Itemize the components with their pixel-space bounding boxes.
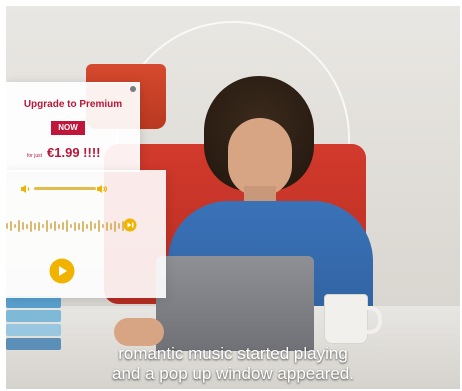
subtitle-line-1: romantic music started playing <box>118 344 348 363</box>
premium-popup: Upgrade to Premium NOW for just €1.99 !!… <box>6 82 140 172</box>
skip-forward-icon[interactable] <box>123 218 137 232</box>
music-player <box>6 170 166 298</box>
price-value: €1.99 !!!! <box>47 145 101 160</box>
now-button[interactable]: NOW <box>51 121 85 135</box>
speaker-high-icon[interactable] <box>96 183 108 195</box>
video-frame: Upgrade to Premium NOW for just €1.99 !!… <box>6 6 460 389</box>
person-face <box>228 118 292 196</box>
play-icon[interactable] <box>49 258 75 284</box>
subtitle-line-2: and a pop up window appeared. <box>112 364 354 383</box>
hand <box>114 318 164 346</box>
premium-title: Upgrade to Premium <box>23 99 123 110</box>
close-icon[interactable] <box>130 86 136 92</box>
price-row: for just €1.99 !!!! <box>27 145 100 160</box>
price-prefix: for just <box>27 153 43 159</box>
book <box>6 310 61 322</box>
speaker-low-icon[interactable] <box>20 183 32 195</box>
subtitle-caption: romantic music started playing and a pop… <box>6 344 460 384</box>
laptop <box>156 256 314 351</box>
audio-waveform <box>6 219 124 233</box>
volume-slider[interactable] <box>34 187 96 190</box>
book <box>6 324 61 336</box>
mug-handle <box>362 306 382 334</box>
